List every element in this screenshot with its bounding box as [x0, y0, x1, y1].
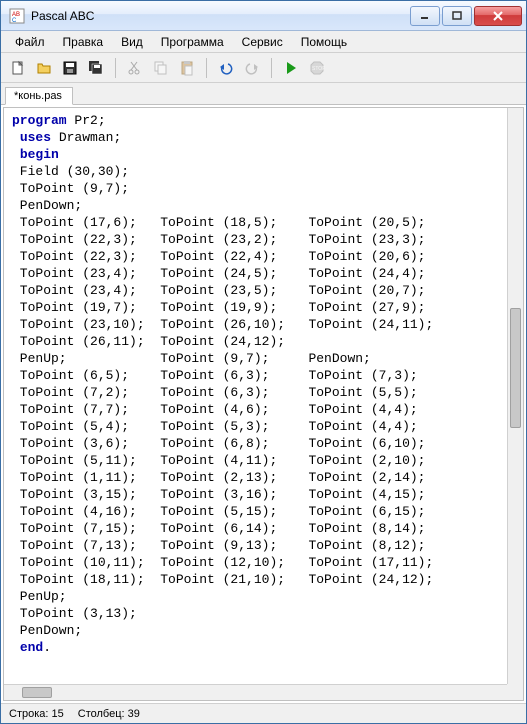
menu-edit[interactable]: Правка: [55, 33, 112, 51]
new-file-icon[interactable]: [7, 57, 29, 79]
svg-text:STOP: STOP: [312, 66, 325, 72]
redo-icon[interactable]: [241, 57, 263, 79]
stop-icon[interactable]: STOP: [306, 57, 328, 79]
undo-icon[interactable]: [215, 57, 237, 79]
menubar: Файл Правка Вид Программа Сервис Помощь: [1, 31, 526, 53]
scroll-corner: [507, 684, 523, 700]
window-title: Pascal ABC: [31, 9, 410, 23]
titlebar[interactable]: ABC Pascal ABC: [1, 1, 526, 31]
cut-icon[interactable]: [124, 57, 146, 79]
minimize-button[interactable]: [410, 6, 440, 26]
status-line: Строка: 15: [9, 708, 64, 720]
save-icon[interactable]: [59, 57, 81, 79]
vertical-scrollbar[interactable]: [507, 108, 523, 684]
menu-help[interactable]: Помощь: [293, 33, 355, 51]
copy-icon[interactable]: [150, 57, 172, 79]
file-tab[interactable]: *конь.pas: [5, 87, 73, 105]
toolbar-separator: [206, 58, 207, 78]
toolbar: STOP: [1, 53, 526, 83]
scrollbar-thumb[interactable]: [510, 308, 521, 428]
scrollbar-thumb[interactable]: [22, 687, 52, 698]
tabbar: *конь.pas: [1, 83, 526, 105]
svg-text:C: C: [12, 18, 17, 24]
menu-program[interactable]: Программа: [153, 33, 232, 51]
menu-file[interactable]: Файл: [7, 33, 53, 51]
menu-service[interactable]: Сервис: [234, 33, 291, 51]
save-all-icon[interactable]: [85, 57, 107, 79]
app-icon: ABC: [9, 8, 25, 24]
maximize-button[interactable]: [442, 6, 472, 26]
paste-icon[interactable]: [176, 57, 198, 79]
open-file-icon[interactable]: [33, 57, 55, 79]
toolbar-separator: [271, 58, 272, 78]
window-buttons: [410, 6, 522, 26]
toolbar-separator: [115, 58, 116, 78]
horizontal-scrollbar[interactable]: [4, 684, 507, 700]
run-icon[interactable]: [280, 57, 302, 79]
code-editor[interactable]: program Pr2; uses Drawman; begin Field (…: [4, 108, 507, 684]
editor-area: program Pr2; uses Drawman; begin Field (…: [3, 107, 524, 701]
close-button[interactable]: [474, 6, 522, 26]
status-col: Столбец: 39: [78, 708, 140, 720]
ide-window: ABC Pascal ABC Файл Правка Вид Программа…: [0, 0, 527, 724]
statusbar: Строка: 15 Столбец: 39: [1, 703, 526, 723]
menu-view[interactable]: Вид: [113, 33, 151, 51]
